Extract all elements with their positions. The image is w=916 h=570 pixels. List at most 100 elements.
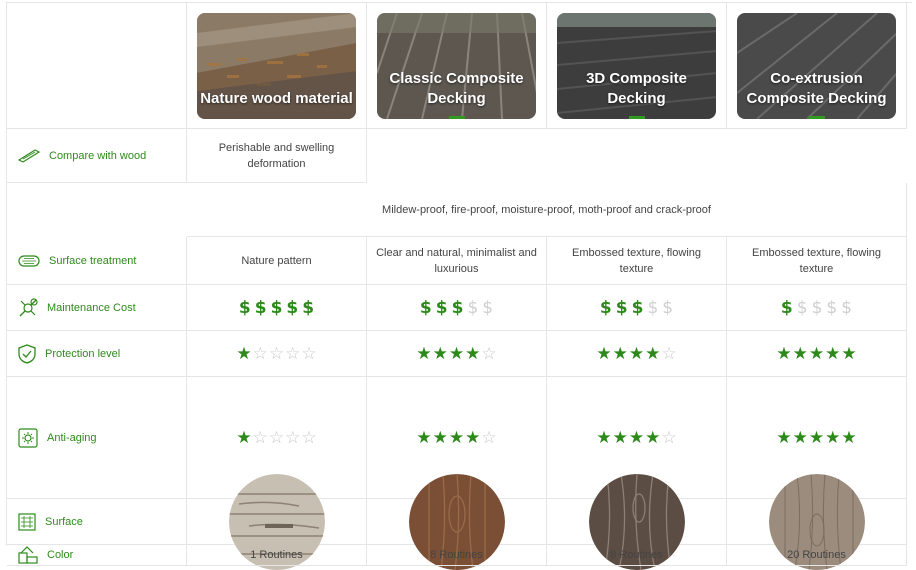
dollar-icon: $ [826, 297, 838, 318]
dollar-icon: $ [780, 297, 793, 318]
dollar-icon: $ [302, 297, 315, 318]
plank-icon [17, 148, 41, 163]
maintenance-cost-cell: $ $ $ $ $ [187, 285, 367, 331]
empty-star-icon: ☆ [481, 343, 497, 364]
star-rating: ★ ★ ★ ★ ★ [776, 343, 857, 364]
color-routines-value: 20 Routines [727, 545, 907, 566]
column-title: Nature wood material [200, 89, 353, 107]
empty-star-icon: ☆ [481, 427, 497, 448]
filled-star-icon: ★ [841, 343, 857, 364]
row-label-surface-treatment: Surface treatment [7, 237, 187, 285]
dollar-icon: $ [435, 297, 448, 318]
filled-star-icon: ★ [645, 343, 661, 364]
surface-sample-cell [727, 473, 907, 570]
empty-star-icon: ☆ [661, 427, 677, 448]
protection-level-cell: ★ ★ ★ ★ ☆ [547, 331, 727, 377]
filled-star-icon: ★ [465, 427, 481, 448]
card-tab-indicator [449, 115, 465, 119]
shield-icon [18, 343, 36, 364]
maintenance-cost-cell: $ $ $ $ $ [547, 285, 727, 331]
surface-treatment-value: Clear and natural, minimalist and luxuri… [367, 237, 547, 285]
star-rating: ★ ★ ★ ★ ☆ [416, 427, 497, 448]
empty-star-icon: ☆ [285, 427, 301, 448]
row-label-text: Surface [45, 515, 83, 528]
row-label-text: Anti-aging [47, 431, 97, 444]
star-rating: ★ ★ ★ ★ ☆ [596, 343, 677, 364]
row-label-compare-with-wood: Compare with wood [7, 129, 187, 183]
filled-star-icon: ★ [825, 427, 841, 448]
dollar-icon: $ [270, 297, 283, 318]
surface-treatment-value: Embossed texture, flowing texture [547, 237, 727, 285]
surface-treatment-value: Nature pattern [187, 237, 367, 285]
coextrusion-card: Co-extrusion Composite Decking [737, 12, 896, 119]
tools-icon [19, 297, 38, 316]
filled-star-icon: ★ [841, 427, 857, 448]
row-label-anti-aging: Anti-aging [7, 377, 187, 499]
empty-star-icon: ☆ [301, 343, 317, 364]
filled-star-icon: ★ [628, 343, 645, 364]
protection-level-cell: ★ ★ ★ ★ ☆ [367, 331, 547, 377]
dollar-icon: $ [841, 297, 853, 318]
row-label-surface: Surface [7, 499, 187, 545]
empty-star-icon: ☆ [661, 343, 677, 364]
dollar-icon: $ [796, 297, 808, 318]
filled-star-icon: ★ [596, 427, 612, 448]
3d-card: 3D Composite Decking [557, 12, 716, 119]
compare-nature-value: Perishable and swelling deformation [187, 129, 367, 183]
dollar-rating: $ $ $ $ $ [238, 297, 315, 318]
card-tab-indicator [809, 115, 825, 119]
comparison-table: Nature wood material Classic Composite D… [6, 2, 912, 570]
filled-star-icon: ★ [416, 427, 432, 448]
dollar-icon: $ [286, 297, 299, 318]
star-rating: ★ ★ ★ ★ ★ [776, 427, 857, 448]
dollar-icon: $ [647, 297, 659, 318]
dollar-icon: $ [254, 297, 267, 318]
maintenance-cost-cell: $ $ $ $ $ [727, 285, 907, 331]
row-label-protection-level: Protection level [7, 331, 187, 377]
surface-sample-cell [187, 473, 367, 570]
column-header-coextrusion: Co-extrusion Composite Decking [727, 3, 907, 129]
classic-card: Classic Composite Decking [377, 12, 536, 119]
filled-star-icon: ★ [612, 427, 628, 448]
dollar-icon: $ [631, 297, 644, 318]
dollar-icon: $ [662, 297, 674, 318]
header-empty-cell [7, 3, 187, 129]
row-label-text: Color [47, 549, 74, 561]
surface-sample-cell [367, 473, 547, 570]
filled-star-icon: ★ [236, 427, 252, 448]
filled-star-icon: ★ [448, 427, 465, 448]
filled-star-icon: ★ [808, 427, 825, 448]
filled-star-icon: ★ [416, 343, 432, 364]
empty-star-icon: ☆ [301, 427, 317, 448]
column-header-nature-wood: Nature wood material [187, 3, 367, 129]
filled-star-icon: ★ [792, 427, 808, 448]
filled-star-icon: ★ [432, 343, 448, 364]
filled-star-icon: ★ [776, 343, 792, 364]
row-label-text: Maintenance Cost [47, 301, 136, 314]
filled-star-icon: ★ [776, 427, 792, 448]
empty-star-icon: ☆ [268, 343, 285, 364]
column-title: Co-extrusion Composite Decking [746, 69, 887, 107]
dollar-icon: $ [238, 297, 251, 318]
column-title: 3D Composite Decking [586, 69, 687, 107]
surface-sample-cell [547, 473, 727, 570]
maintenance-cost-cell: $ $ $ $ $ [367, 285, 547, 331]
nature-wood-card: Nature wood material [197, 12, 356, 119]
filled-star-icon: ★ [448, 343, 465, 364]
dollar-icon: $ [419, 297, 432, 318]
filled-star-icon: ★ [808, 343, 825, 364]
star-rating: ★ ★ ★ ★ ☆ [416, 343, 497, 364]
dollar-icon: $ [615, 297, 628, 318]
protection-level-cell: ★ ☆ ☆ ☆ ☆ [187, 331, 367, 377]
filled-star-icon: ★ [825, 343, 841, 364]
grain-icon [18, 512, 36, 531]
filled-star-icon: ★ [628, 427, 645, 448]
column-header-classic: Classic Composite Decking [367, 3, 547, 129]
empty-star-icon: ☆ [268, 427, 285, 448]
row-label-text: Compare with wood [49, 149, 147, 162]
row-label-color: Color [7, 545, 187, 566]
star-rating: ★ ☆ ☆ ☆ ☆ [236, 427, 317, 448]
surface-treatment-value: Embossed texture, flowing texture [727, 237, 907, 285]
protection-level-cell: ★ ★ ★ ★ ★ [727, 331, 907, 377]
empty-star-icon: ☆ [285, 343, 301, 364]
